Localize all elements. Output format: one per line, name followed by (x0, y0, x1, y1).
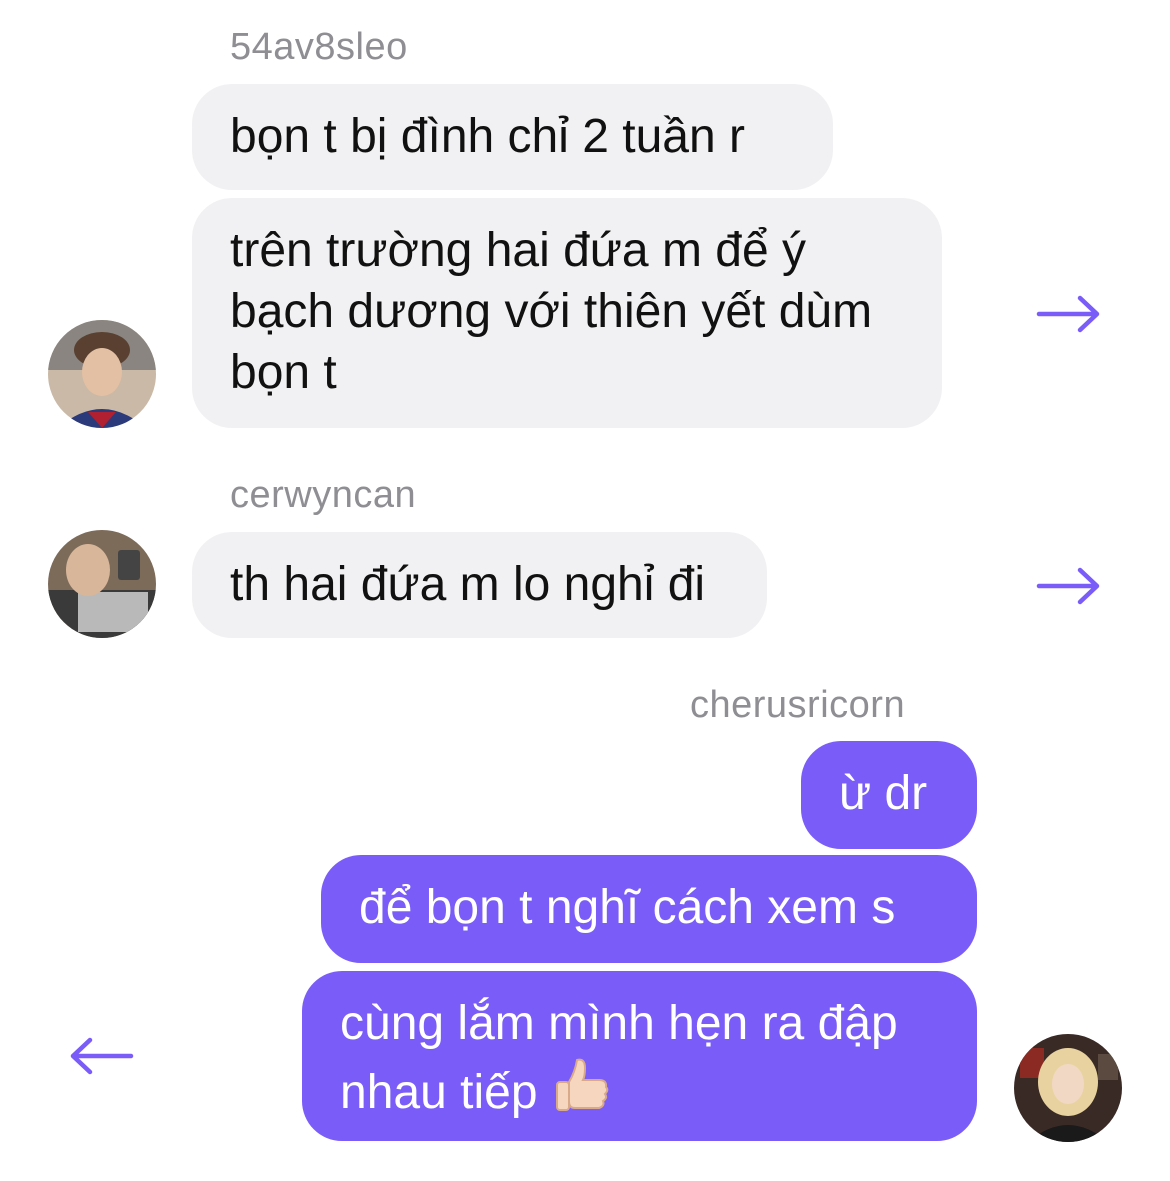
avatar-cherusricorn[interactable] (1014, 1034, 1122, 1142)
message-text-line: bọn t (230, 346, 337, 399)
arrow-right-icon[interactable] (1036, 566, 1102, 606)
message-text: nhau tiếp (340, 1066, 538, 1119)
message-text: để bọn t nghĩ cách xem s (359, 881, 896, 934)
message-bubble[interactable]: trên trường hai đứa m để ý bạch dương vớ… (192, 198, 942, 428)
message-bubble[interactable]: cùng lắm mình hẹn ra đập nhau tiếp (302, 971, 977, 1141)
message-text: th hai đứa m lo nghỉ đi (230, 558, 706, 611)
sender-name: cherusricorn (690, 684, 906, 726)
thumbs-up-icon (551, 1054, 613, 1131)
arrow-left-icon[interactable] (68, 1036, 134, 1076)
message-text: ừ dr (839, 767, 928, 820)
message-bubble[interactable]: bọn t bị đình chỉ 2 tuần r (192, 84, 833, 190)
message-text-line: bạch dương với thiên yết dùm (230, 285, 873, 338)
message-bubble[interactable]: để bọn t nghĩ cách xem s (321, 855, 977, 963)
sender-name: cerwyncan (230, 474, 417, 516)
avatar-54av8sleo[interactable] (48, 320, 156, 428)
message-bubble[interactable]: ừ dr (801, 741, 977, 849)
message-text-line: trên trường hai đứa m để ý (230, 224, 806, 277)
avatar-cerwyncan[interactable] (48, 530, 156, 638)
arrow-right-icon[interactable] (1036, 294, 1102, 334)
message-text: bọn t bị đình chỉ 2 tuần r (230, 110, 746, 163)
message-bubble[interactable]: th hai đứa m lo nghỉ đi (192, 532, 767, 638)
message-text-line: cùng lắm mình hẹn ra đập (340, 997, 898, 1050)
sender-name: 54av8sleo (230, 26, 408, 68)
message-text-line: nhau tiếp (340, 1054, 939, 1131)
